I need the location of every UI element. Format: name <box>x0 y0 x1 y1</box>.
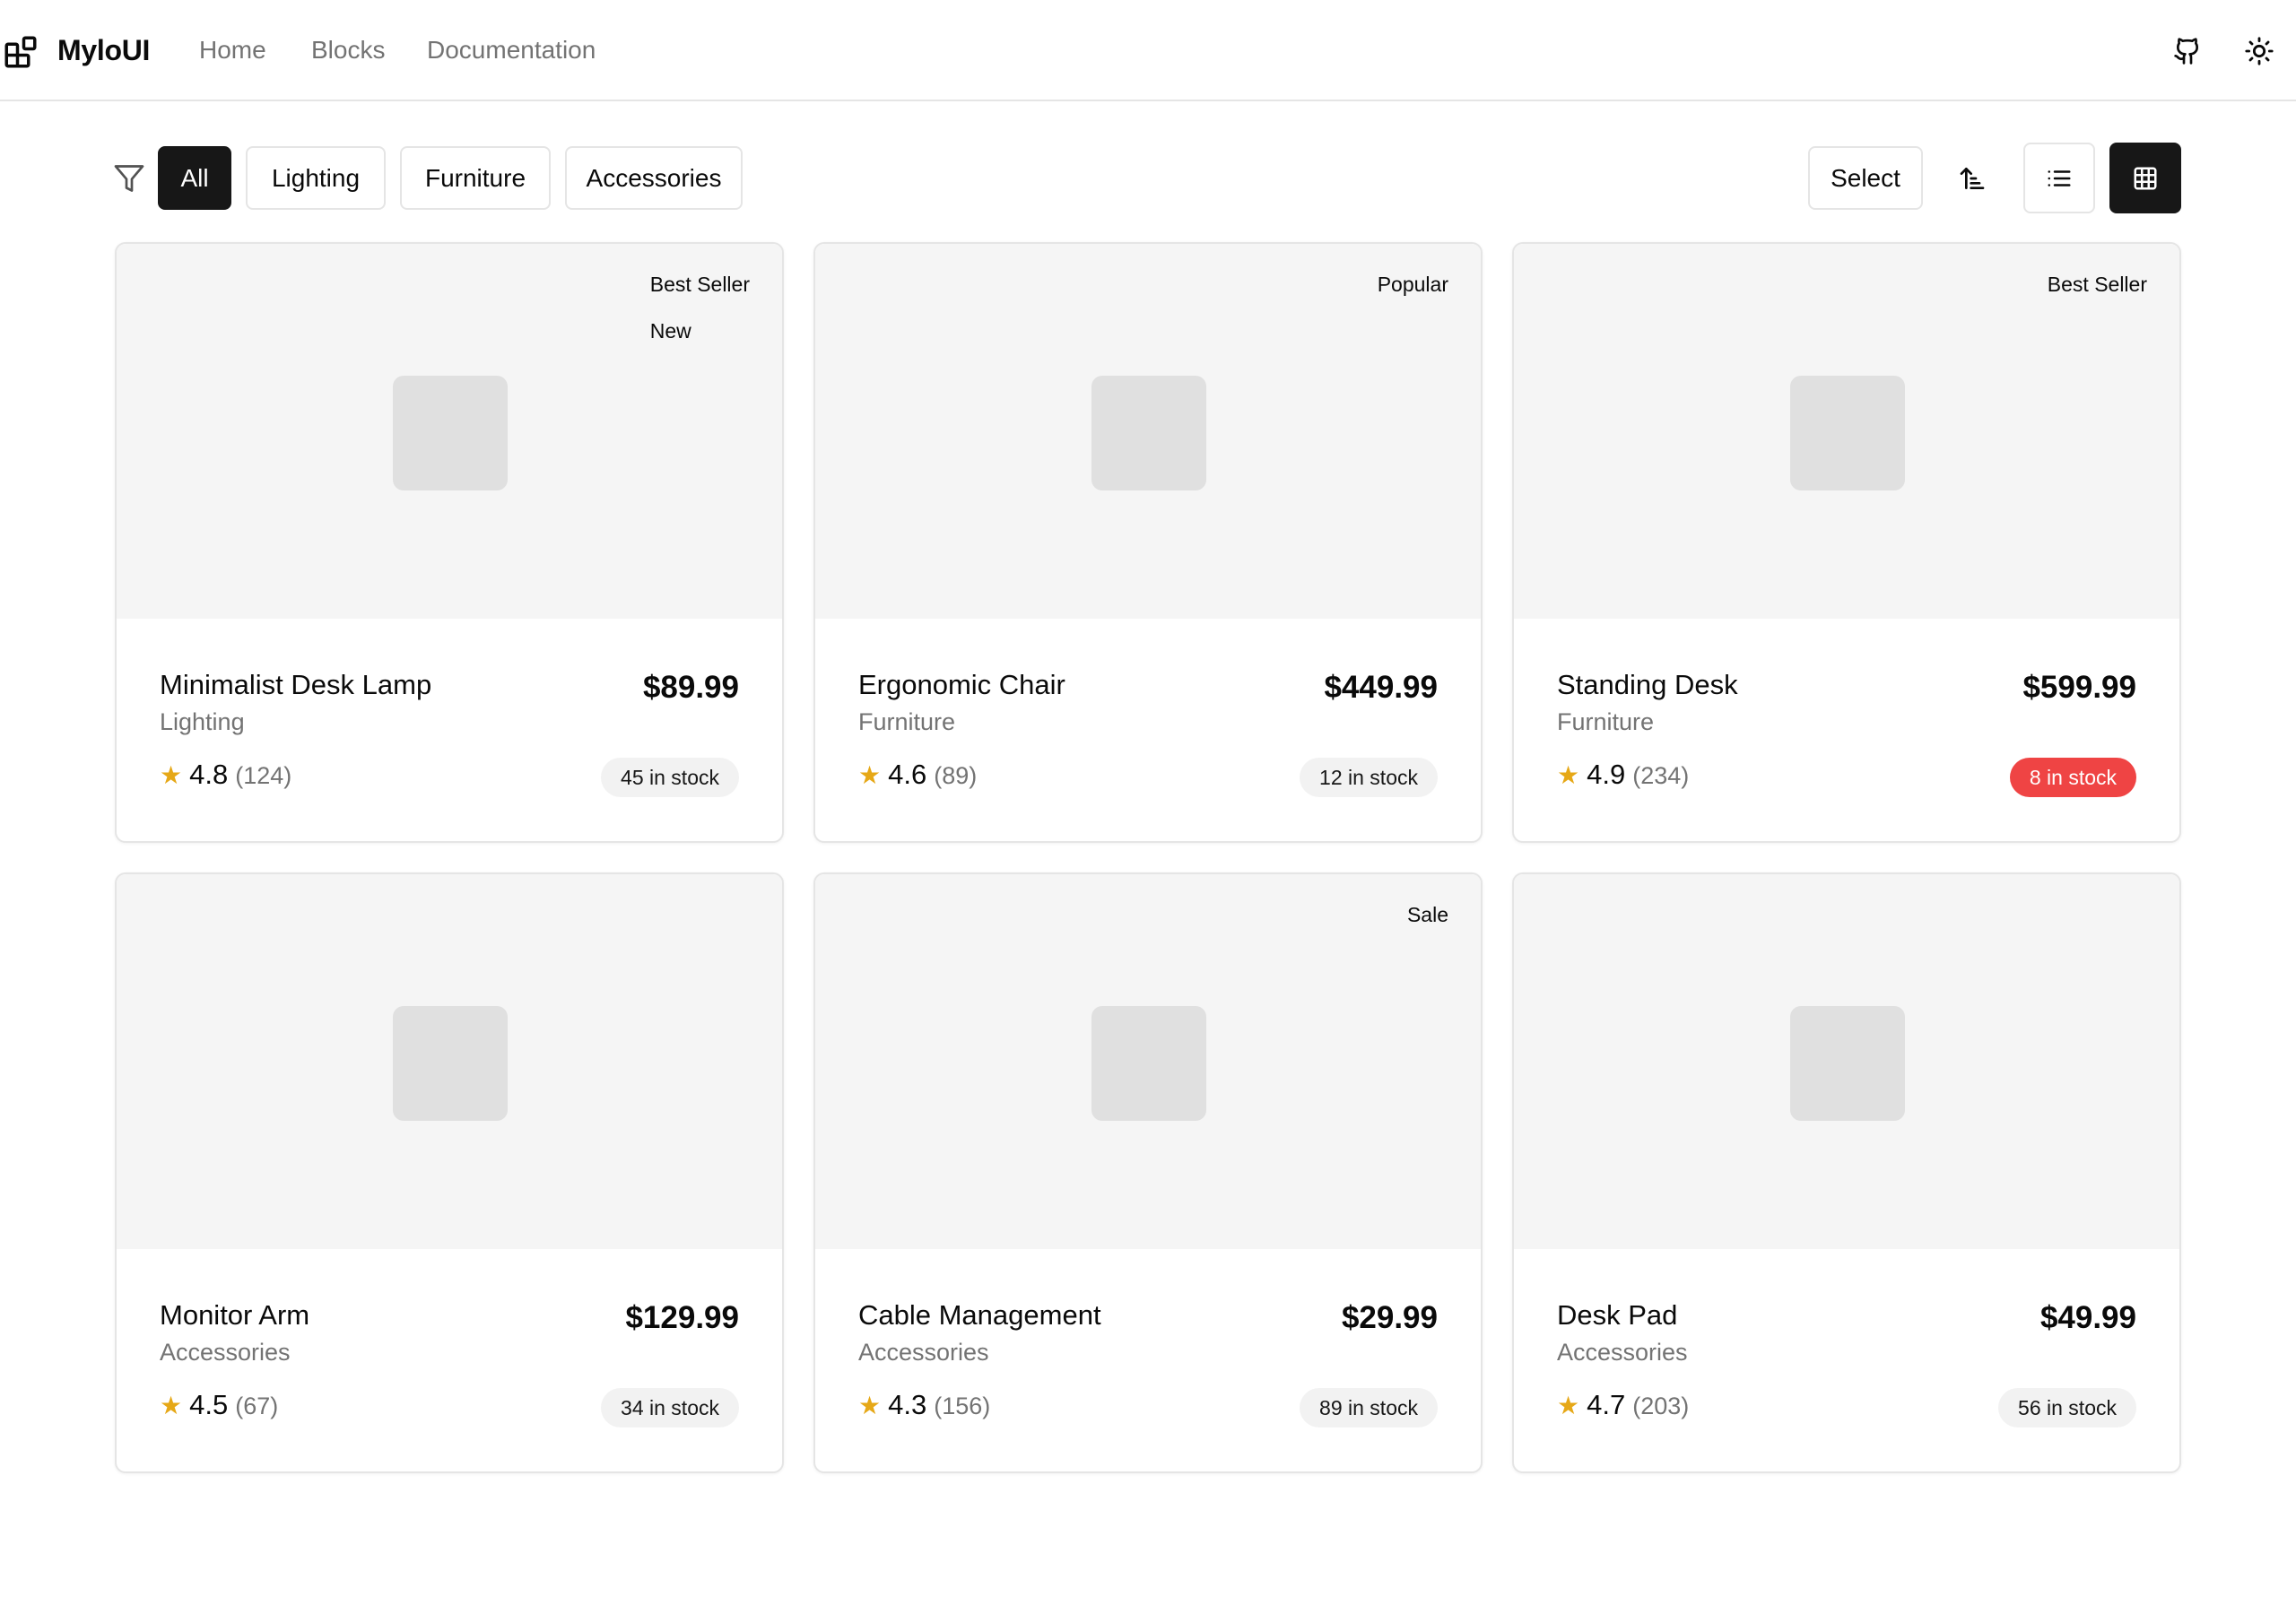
product-card[interactable]: Desk Pad Accessories $49.99 ★ 4.7 (203) … <box>1512 872 2181 1473</box>
product-card[interactable]: Best Seller Standing Desk Furniture $599… <box>1512 242 2181 843</box>
list-view-button[interactable] <box>2023 143 2095 213</box>
product-card[interactable]: Popular Ergonomic Chair Furniture $449.9… <box>813 242 1483 843</box>
product-price: $49.99 <box>2039 1300 2136 1335</box>
product-rating: ★ 4.5 (67) <box>160 1389 278 1421</box>
stock-badge: 34 in stock <box>601 1388 739 1427</box>
rating-value: 4.6 <box>888 759 927 790</box>
product-card[interactable]: Sale Cable Management Accessories $29.99… <box>813 872 1483 1473</box>
product-badge: Sale <box>1406 903 1448 926</box>
product-image <box>117 874 782 1249</box>
product-rating: ★ 4.6 (89) <box>858 759 977 791</box>
product-price: $89.99 <box>642 670 739 705</box>
grid-view-button[interactable] <box>2109 143 2181 213</box>
star-icon: ★ <box>160 761 183 789</box>
github-icon <box>2174 38 2199 65</box>
filter-chip-lighting[interactable]: Lighting <box>246 146 386 210</box>
image-placeholder-icon <box>393 1006 508 1121</box>
product-grid: Best Seller New Minimalist Desk Lamp Ligh… <box>115 242 2182 1473</box>
product-badge: Best Seller <box>649 273 750 296</box>
product-image: Best Seller New <box>117 244 782 619</box>
product-price: $129.99 <box>625 1300 739 1335</box>
image-placeholder-icon <box>1790 376 1905 490</box>
nav-documentation-link[interactable]: Documentation <box>427 36 596 65</box>
review-count: (203) <box>1632 1393 1690 1419</box>
star-icon: ★ <box>1557 761 1580 789</box>
product-image: Sale <box>815 874 1481 1249</box>
star-icon: ★ <box>160 1392 183 1419</box>
filter-icon <box>114 165 144 192</box>
product-name: Cable Management <box>858 1299 1101 1331</box>
product-badge: Popular <box>1377 273 1448 296</box>
review-count: (89) <box>934 762 978 789</box>
rating-value: 4.9 <box>1587 759 1626 790</box>
nav-blocks-link[interactable]: Blocks <box>311 36 385 65</box>
product-badge: New <box>649 319 691 343</box>
image-placeholder-icon <box>1790 1006 1905 1121</box>
product-name: Minimalist Desk Lamp <box>160 669 432 700</box>
product-name: Ergonomic Chair <box>858 669 1065 700</box>
star-icon: ★ <box>858 761 882 789</box>
sort-button[interactable] <box>1952 158 1993 199</box>
product-category: Accessories <box>1557 1339 1688 1366</box>
stock-badge: 56 in stock <box>1998 1388 2136 1427</box>
product-category: Accessories <box>160 1339 291 1366</box>
product-name: Desk Pad <box>1557 1299 1678 1331</box>
rating-value: 4.7 <box>1587 1389 1626 1420</box>
product-badges: Popular <box>1378 269 1448 299</box>
product-price: $449.99 <box>1324 670 1438 705</box>
rating-value: 4.3 <box>888 1389 927 1420</box>
product-badges: Sale <box>1407 899 1448 930</box>
product-price: $599.99 <box>2022 670 2136 705</box>
rating-value: 4.5 <box>189 1389 229 1420</box>
github-button[interactable] <box>2167 30 2208 72</box>
review-count: (124) <box>235 762 292 789</box>
brand-name[interactable]: MyloUI <box>57 34 150 67</box>
sort-ascending-icon <box>1960 168 1985 189</box>
product-badges: Best Seller New <box>650 269 750 346</box>
product-image: Best Seller <box>1514 244 2179 619</box>
theme-toggle-button[interactable] <box>2239 30 2280 72</box>
review-count: (234) <box>1632 762 1690 789</box>
product-rating: ★ 4.3 (156) <box>858 1389 990 1421</box>
stock-badge: 89 in stock <box>1300 1388 1438 1427</box>
product-rating: ★ 4.7 (203) <box>1557 1389 1689 1421</box>
review-count: (67) <box>235 1393 279 1419</box>
rating-value: 4.8 <box>189 759 229 790</box>
top-navbar: MyloUI Home Blocks Documentation <box>0 0 2296 101</box>
product-category: Furniture <box>858 708 956 735</box>
list-icon <box>2048 169 2071 187</box>
nav-home-link[interactable]: Home <box>199 36 266 65</box>
product-image: Popular <box>815 244 1481 619</box>
product-rating: ★ 4.8 (124) <box>160 759 291 791</box>
filter-chip-all[interactable]: All <box>158 146 231 210</box>
product-category: Accessories <box>858 1339 989 1366</box>
product-name: Monitor Arm <box>160 1299 310 1331</box>
product-card[interactable]: Monitor Arm Accessories $129.99 ★ 4.5 (6… <box>115 872 784 1473</box>
product-badges: Best Seller <box>2048 269 2147 299</box>
review-count: (156) <box>934 1393 991 1419</box>
product-badge: Best Seller <box>2047 273 2147 296</box>
product-image <box>1514 874 2179 1249</box>
sun-icon <box>2245 37 2274 65</box>
stock-badge: 45 in stock <box>601 758 739 797</box>
filter-chip-furniture[interactable]: Furniture <box>400 146 551 210</box>
product-price: $29.99 <box>1341 1300 1438 1335</box>
product-card[interactable]: Best Seller New Minimalist Desk Lamp Ligh… <box>115 242 784 843</box>
blocks-logo-icon[interactable] <box>2 33 39 71</box>
filter-chip-accessories[interactable]: Accessories <box>565 146 743 210</box>
product-rating: ★ 4.9 (234) <box>1557 759 1689 791</box>
select-button[interactable]: Select <box>1808 146 1923 210</box>
product-name: Standing Desk <box>1557 669 1738 700</box>
star-icon: ★ <box>1557 1392 1580 1419</box>
stock-badge: 12 in stock <box>1300 758 1438 797</box>
stock-badge: 8 in stock <box>2009 758 2136 797</box>
grid-icon <box>2134 167 2157 189</box>
star-icon: ★ <box>858 1392 882 1419</box>
product-category: Furniture <box>1557 708 1655 735</box>
image-placeholder-icon <box>393 376 508 490</box>
image-placeholder-icon <box>1091 376 1206 490</box>
image-placeholder-icon <box>1091 1006 1206 1121</box>
product-category: Lighting <box>160 708 245 735</box>
